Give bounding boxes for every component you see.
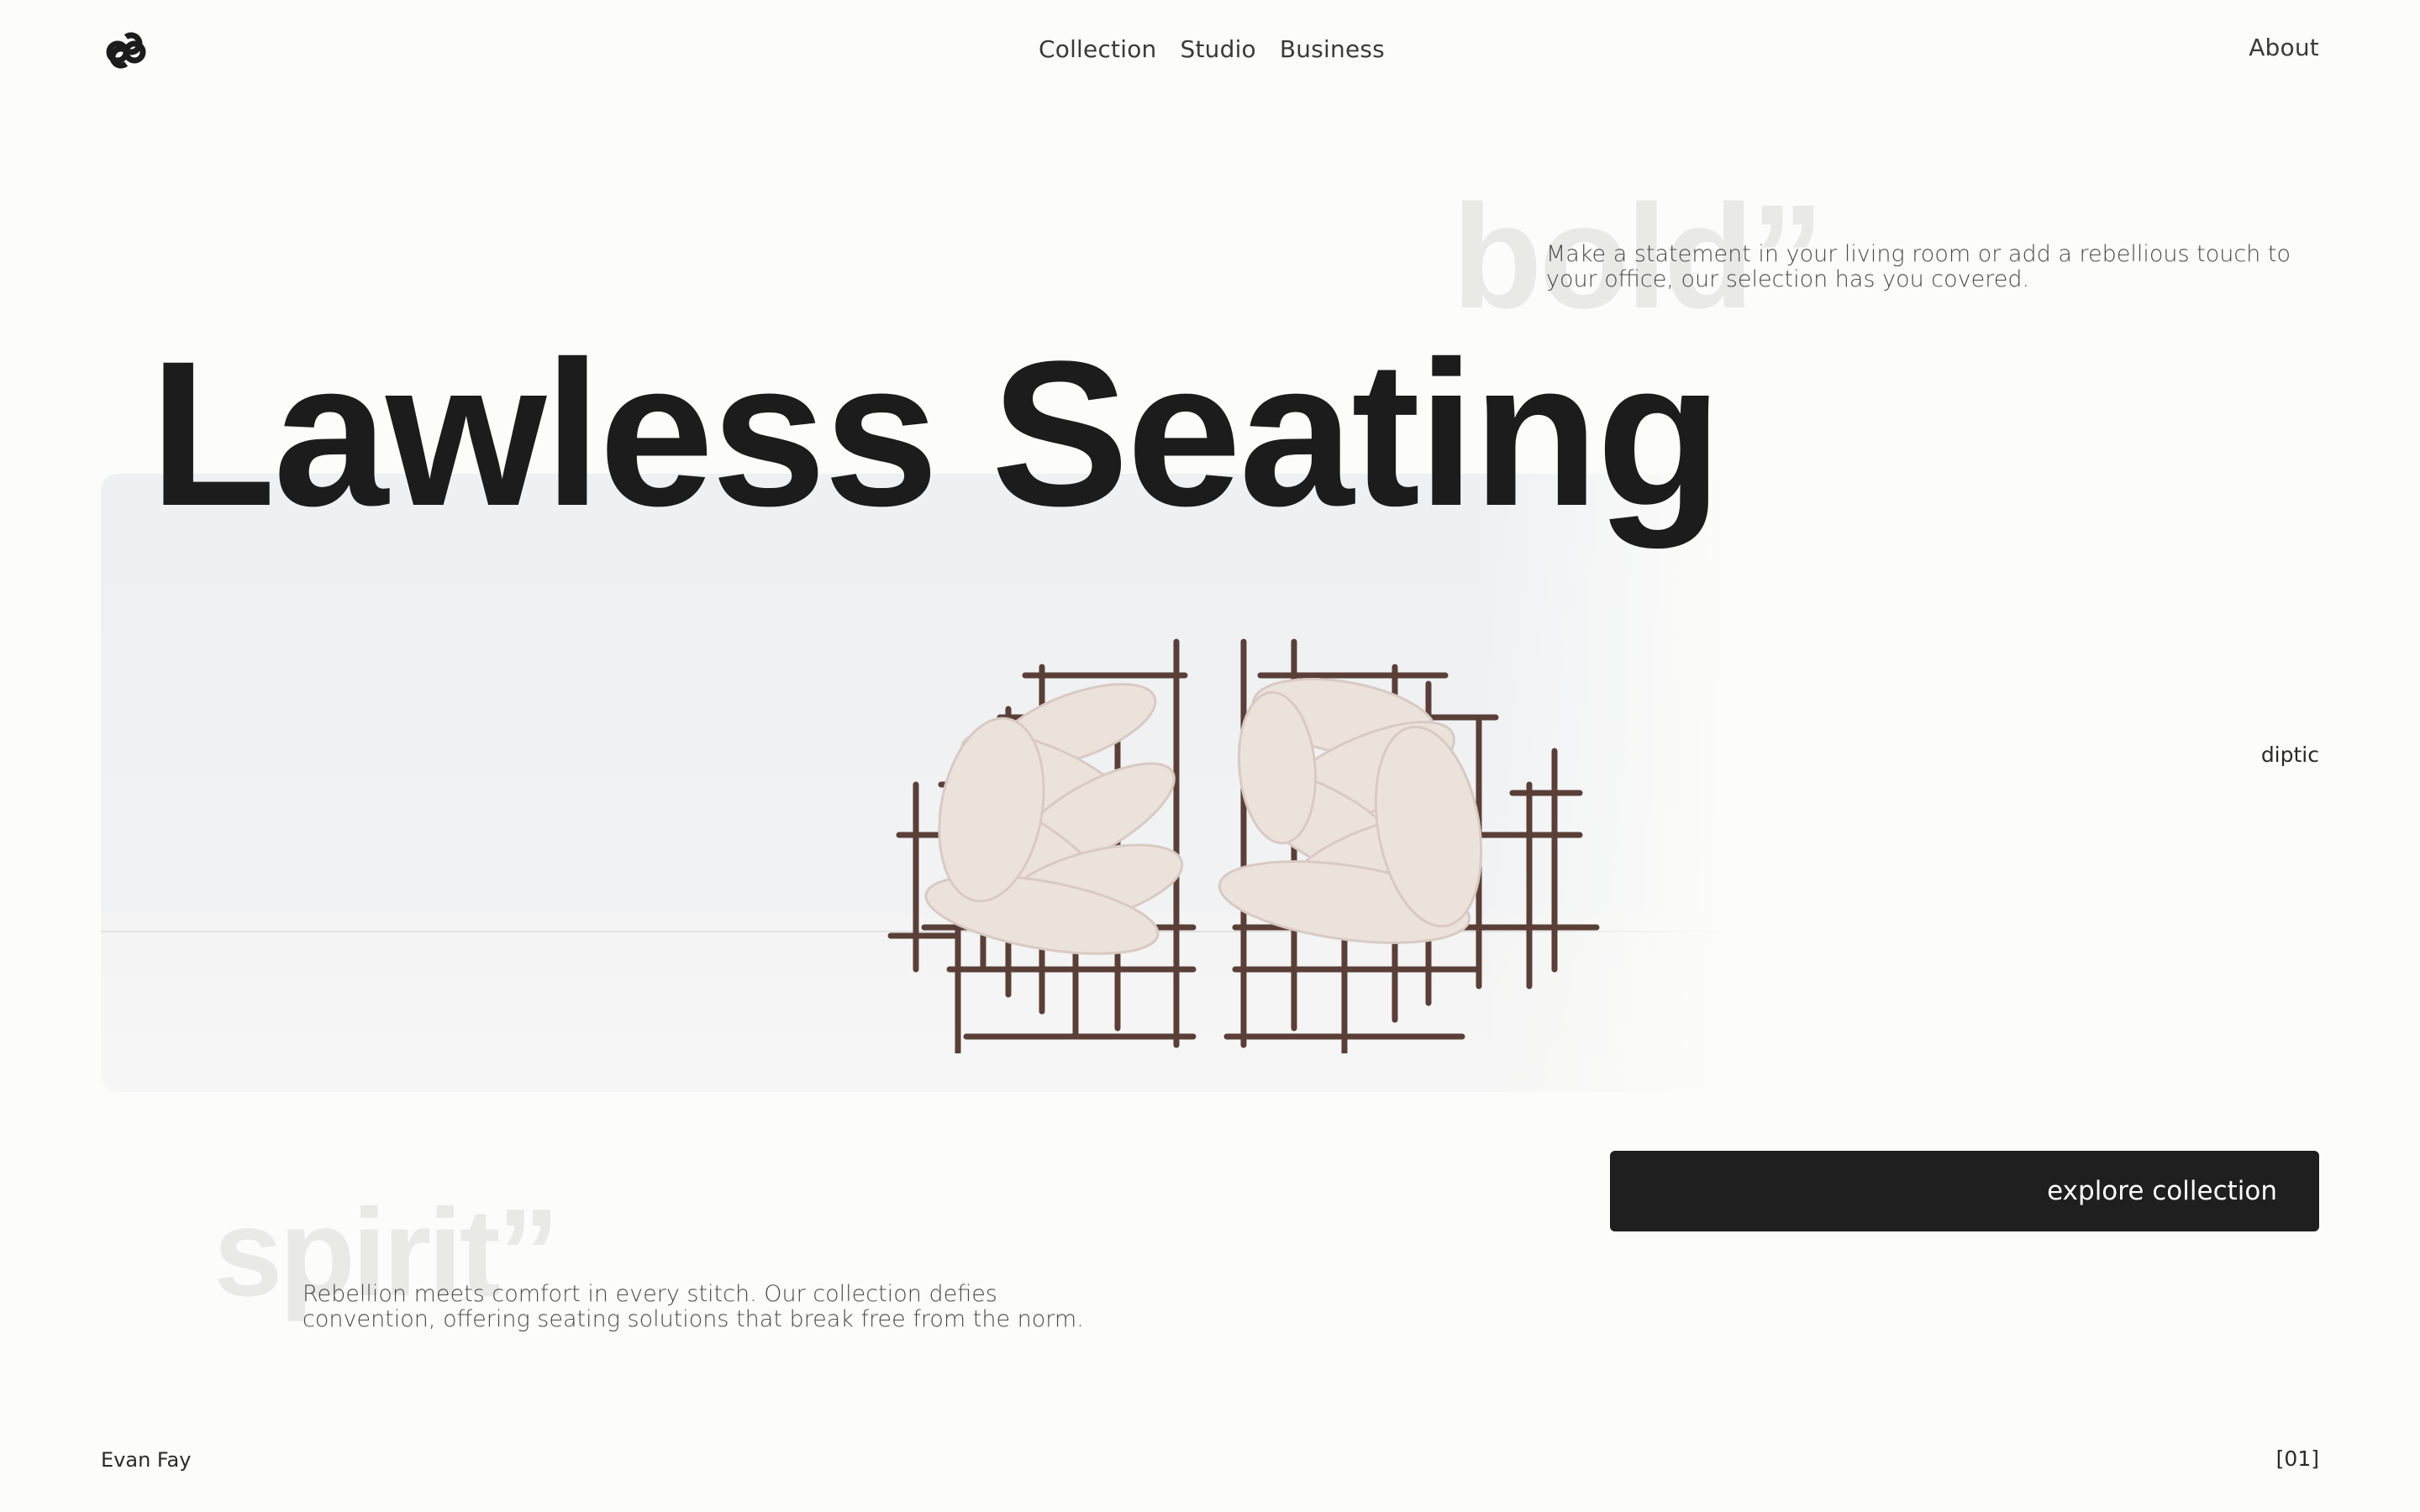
explore-collection-button[interactable]: explore collection <box>1610 1151 2319 1231</box>
hero-image <box>101 474 2319 1092</box>
main-nav: Collection Studio Business <box>1039 30 1385 67</box>
logo-icon[interactable] <box>103 29 150 76</box>
nav-about[interactable]: About <box>2249 34 2319 61</box>
nav-business[interactable]: Business <box>1280 35 1385 63</box>
page-indicator: [01] <box>2275 1446 2319 1471</box>
nav-collection[interactable]: Collection <box>1039 35 1157 63</box>
intro-description: Make a statement in your living room or … <box>1546 241 2291 292</box>
brand-tag: diptic <box>2260 743 2319 767</box>
author-name: Evan Fay <box>101 1448 192 1472</box>
page-title: Lawless Seating <box>150 318 1723 549</box>
chairs-illustration <box>887 638 1600 1053</box>
nav-studio[interactable]: Studio <box>1181 35 1256 63</box>
section-description: Rebellion meets comfort in every stitch.… <box>302 1281 1084 1332</box>
